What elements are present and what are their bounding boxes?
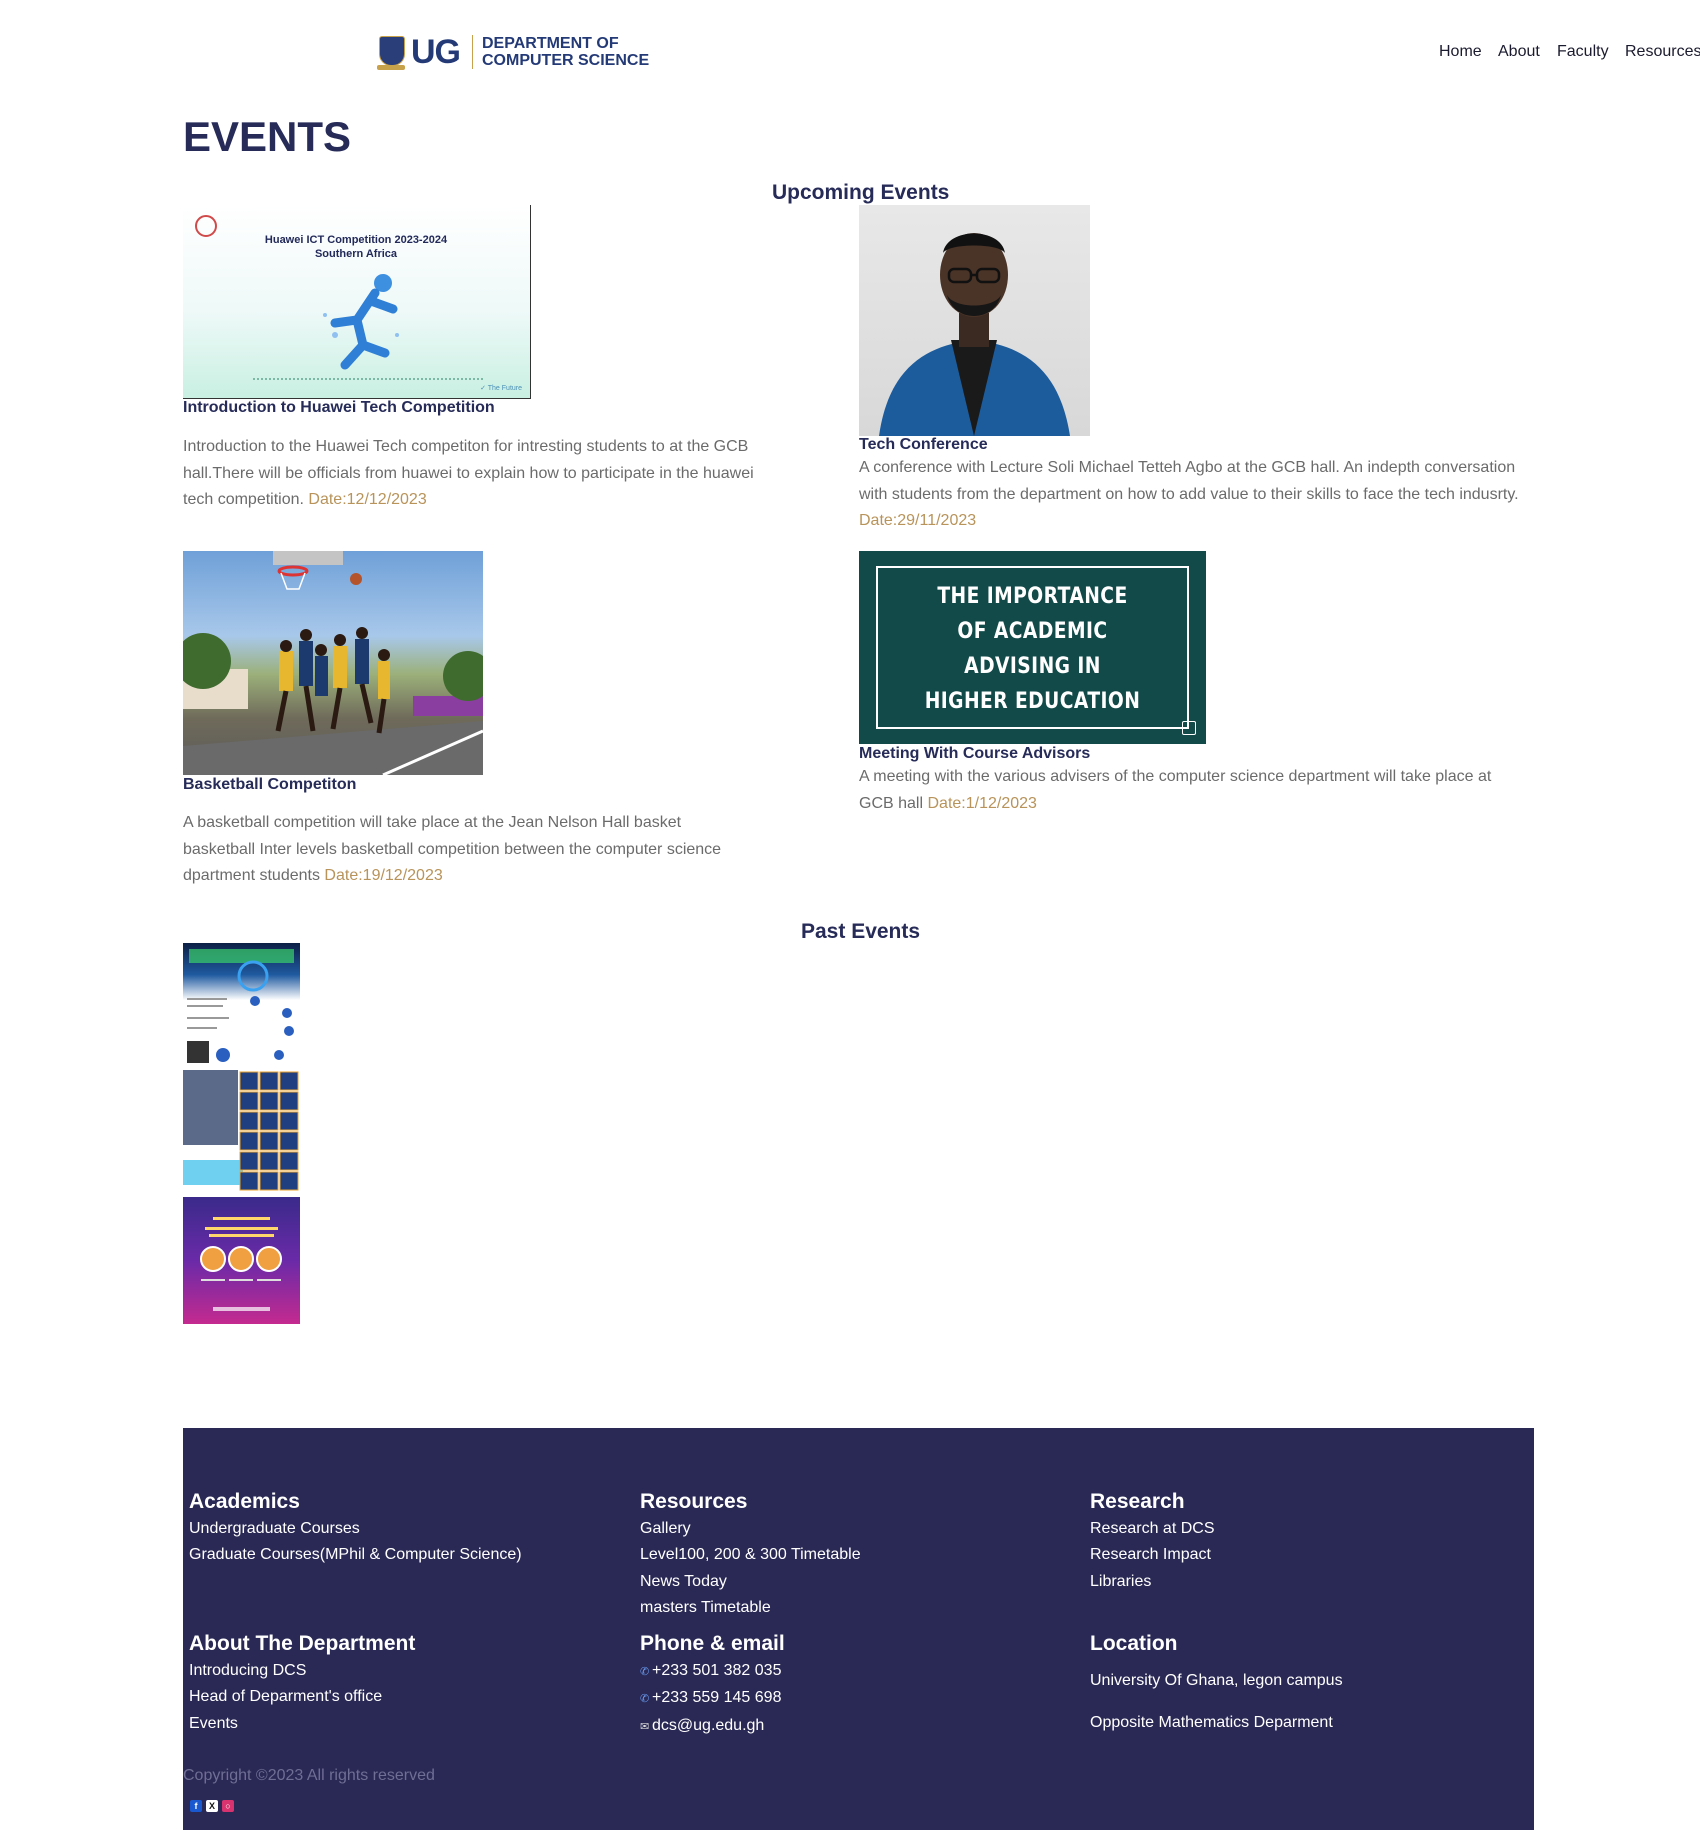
footer-link-libraries[interactable]: Libraries — [1090, 1569, 1215, 1595]
event-title-advising[interactable]: Meeting With Course Advisors — [859, 745, 1090, 763]
phone-icon: ✆ — [640, 1666, 650, 1678]
phone-icon: ✆ — [640, 1693, 650, 1706]
past-event-poster[interactable] — [183, 1070, 300, 1197]
footer-location-heading: Location — [1090, 1632, 1178, 1655]
event-desc-tech-conference-text: A conference with Lecture Soli Michael T… — [859, 459, 1519, 503]
footer-location-line-1: University Of Ghana, legon campus — [1090, 1672, 1343, 1689]
past-events-heading: Past Events — [801, 920, 921, 943]
skyline-graphic — [253, 358, 483, 380]
instagram-icon[interactable]: ○ — [222, 1800, 234, 1812]
logo-mark: UG — [411, 33, 461, 71]
event-date-tech-conference: Date:29/11/2023 — [859, 512, 977, 529]
footer-link-research-impact[interactable]: Research Impact — [1090, 1542, 1215, 1568]
event-date-advising: Date:1/12/2023 — [927, 794, 1037, 812]
event-desc-tech-conference: A conference with Lecture Soli Michael T… — [859, 455, 1539, 535]
footer-phone-1[interactable]: ✆ +233 501 382 035 — [640, 1658, 785, 1685]
footer-research: Research Research at DCS Research Impact… — [1090, 1490, 1215, 1595]
logo-divider — [472, 35, 473, 69]
footer-location-line-2: Opposite Mathematics Deparment — [1090, 1714, 1333, 1732]
event-date-basketball: Date:19/12/2023 — [324, 867, 443, 884]
event-desc-huawei-text: Introduction to the Huawei Tech competit… — [183, 438, 754, 508]
past-event-poster[interactable] — [183, 1197, 300, 1324]
footer-phone-2[interactable]: ✆ +233 559 145 698 — [640, 1685, 785, 1712]
footer-link-masters-timetable[interactable]: masters Timetable — [640, 1595, 861, 1621]
footer-phone-1-text: +233 501 382 035 — [652, 1662, 782, 1679]
footer-link-timetable[interactable]: Level100, 200 & 300 Timetable — [640, 1542, 861, 1568]
past-event-poster[interactable] — [183, 943, 300, 1070]
huawei-image-caption: Huawei ICT Competition 2023-2024 Souther… — [183, 233, 529, 261]
basketball-scene — [183, 551, 483, 775]
logo-text: DEPARTMENT OF COMPUTER SCIENCE — [482, 35, 649, 69]
footer-email[interactable]: ✉ dcs@ug.edu.gh — [640, 1713, 785, 1740]
past-events-gallery — [183, 943, 300, 1324]
x-icon[interactable]: X — [206, 1800, 218, 1812]
footer-resources: Resources Gallery Level100, 200 & 300 Ti… — [640, 1490, 861, 1621]
nav-resources[interactable]: Resources — [1625, 43, 1700, 61]
footer-link-gallery[interactable]: Gallery — [640, 1516, 861, 1542]
nav-home[interactable]: Home — [1439, 43, 1482, 61]
footer-about-heading: About The Department — [189, 1632, 416, 1655]
footer-phone-2-text: +233 559 145 698 — [652, 1689, 782, 1707]
event-desc-advising: A meeting with the various advisers of t… — [859, 764, 1519, 817]
huawei-image-tag: ✓ The Future — [480, 385, 522, 392]
nav-faculty[interactable]: Faculty — [1557, 43, 1609, 61]
ug-crest-icon — [377, 34, 405, 70]
footer-link-head-office[interactable]: Head of Deparment's office — [189, 1684, 415, 1710]
event-desc-huawei: Introduction to the Huawei Tech competit… — [183, 434, 768, 514]
footer-research-heading: Research — [1090, 1490, 1185, 1513]
footer-email-text: dcs@ug.edu.gh — [652, 1716, 765, 1734]
event-title-basketball[interactable]: Basketball Competiton — [183, 776, 356, 794]
facebook-icon[interactable]: f — [190, 1800, 202, 1812]
nav-about[interactable]: About — [1498, 43, 1540, 61]
logo-line-2: COMPUTER SCIENCE — [482, 52, 650, 69]
event-desc-basketball-text: A basketball competition will take place… — [183, 814, 722, 884]
footer-location: Location University Of Ghana, legon camp… — [1090, 1632, 1343, 1737]
footer-academics-heading: Academics — [189, 1490, 300, 1513]
event-desc-basketball: A basketball competition will take place… — [183, 810, 743, 890]
footer-contact: Phone & email ✆ +233 501 382 035 ✆ +233 55… — [640, 1632, 785, 1740]
advising-text-line-4: HIGHER EDUCATION — [924, 689, 1141, 714]
advising-text-line-3: ADVISING IN — [964, 654, 1101, 679]
site-logo[interactable]: UG DEPARTMENT OF COMPUTER SCIENCE — [377, 34, 649, 70]
advising-event-image[interactable]: THE IMPORTANCE OF ACADEMIC ADVISING IN H… — [859, 551, 1206, 744]
copyright: Copyright ©2023 All rights reserved — [183, 1767, 435, 1784]
email-icon: ✉ — [640, 1720, 650, 1733]
advising-text-line-1: THE IMPORTANCE — [937, 584, 1128, 609]
huawei-caption-line-1: Huawei ICT Competition 2023-2024 — [264, 234, 448, 246]
site-footer: Academics Undergraduate Courses Graduate… — [183, 1428, 1534, 1830]
footer-link-introducing[interactable]: Introducing DCS — [189, 1658, 415, 1684]
event-title-huawei[interactable]: Introduction to Huawei Tech Competition — [183, 399, 495, 417]
event-title-tech-conference[interactable]: Tech Conference — [859, 436, 988, 454]
graduation-cap-icon — [1182, 721, 1196, 735]
footer-link-graduate[interactable]: Graduate Courses(MPhil & Computer Scienc… — [189, 1542, 522, 1568]
footer-link-news[interactable]: News Today — [640, 1569, 861, 1595]
event-date-huawei: Date:12/12/2023 — [308, 491, 427, 508]
person-illustration — [879, 233, 1070, 436]
footer-link-research-dcs[interactable]: Research at DCS — [1090, 1516, 1215, 1542]
footer-link-undergraduate[interactable]: Undergraduate Courses — [189, 1516, 522, 1542]
upcoming-events-heading: Upcoming Events — [772, 181, 950, 204]
footer-about: About The Department Introducing DCS Hea… — [189, 1632, 415, 1737]
huawei-caption-line-2: Southern Africa — [314, 248, 398, 260]
speaker-photo[interactable] — [859, 205, 1090, 436]
logo-line-1: DEPARTMENT OF — [482, 35, 619, 52]
huawei-event-image[interactable]: Huawei ICT Competition 2023-2024 Souther… — [183, 205, 531, 399]
page-title: EVENTS — [183, 113, 352, 160]
advising-image-text: THE IMPORTANCE OF ACADEMIC ADVISING IN H… — [885, 579, 1180, 719]
footer-link-events[interactable]: Events — [189, 1711, 415, 1737]
advising-text-line-2: OF ACADEMIC — [957, 619, 1108, 644]
footer-resources-heading: Resources — [640, 1490, 748, 1513]
social-links: f X ○ — [190, 1800, 234, 1812]
basketball-event-image[interactable] — [183, 551, 483, 775]
footer-contact-heading: Phone & email — [640, 1632, 785, 1655]
footer-academics: Academics Undergraduate Courses Graduate… — [189, 1490, 522, 1569]
